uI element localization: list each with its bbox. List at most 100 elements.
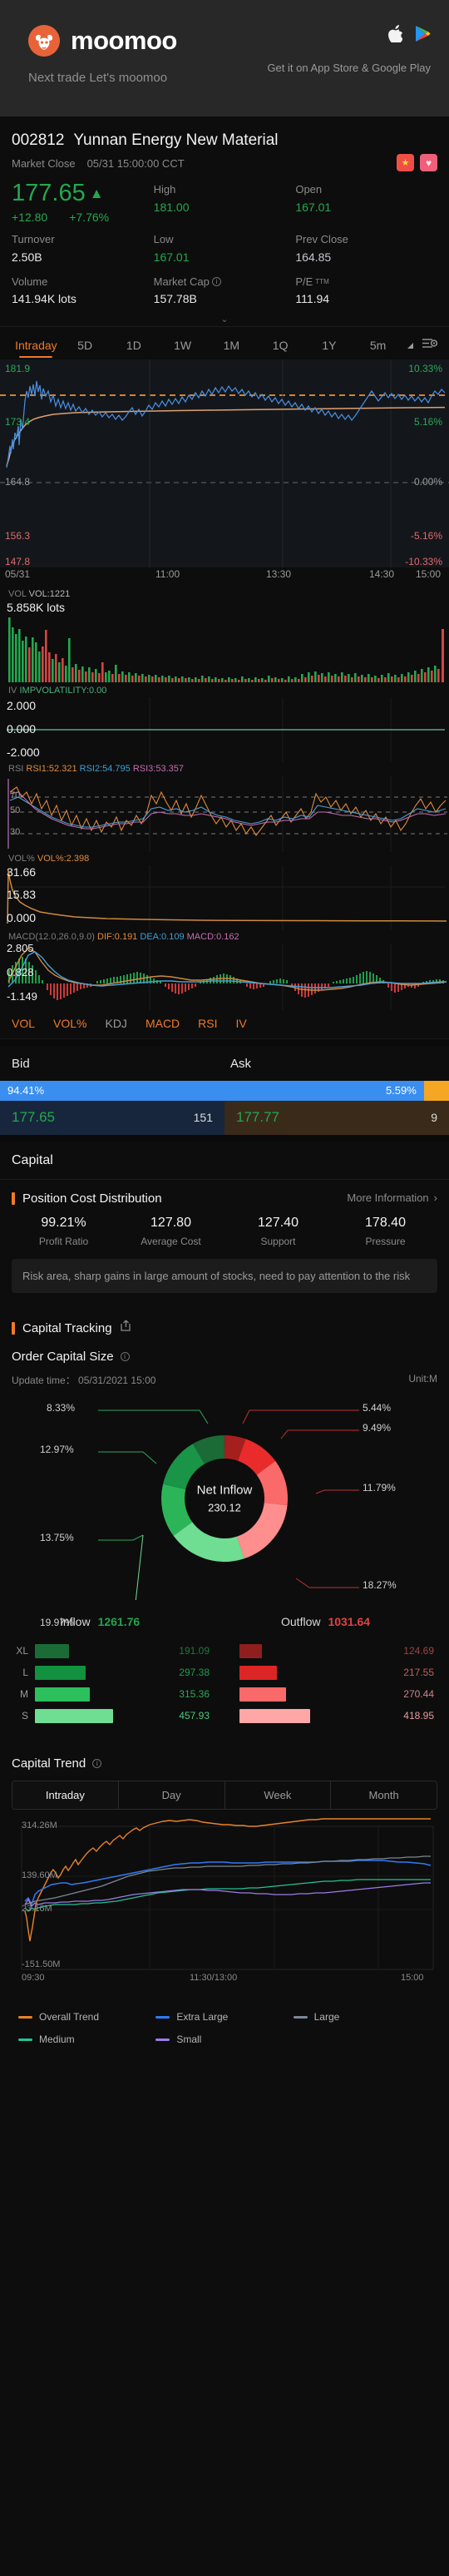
stock-detail-page: moomoo Next trade Let's moomoo Get it on… [0, 0, 449, 2576]
outflow-label: Outflow [281, 1615, 321, 1629]
average-cost-label: Average Cost [141, 1235, 201, 1247]
chart-settings-icon[interactable] [422, 337, 438, 354]
trend-tab-month[interactable]: Month [331, 1781, 437, 1809]
trend-y-tick-0: 314.26M [22, 1821, 57, 1831]
position-cost-metrics: 99.21% Profit Ratio 127.80 Average Cost … [0, 1206, 449, 1247]
support-value: 127.40 [258, 1215, 299, 1230]
macd-chart[interactable]: 2.805 0.828 -1.149 [0, 942, 449, 1010]
update-row: Update time： 05/31/2021 15:00 Unit:M [0, 1364, 449, 1387]
trend-tab-intraday[interactable]: Intraday [12, 1781, 119, 1810]
ask-label: Ask [230, 1056, 252, 1071]
trend-tab-week[interactable]: Week [225, 1781, 332, 1810]
rsi-chart[interactable]: 70 50 30 [0, 775, 449, 852]
rsi3-reading: RSI3:53.357 [132, 763, 184, 774]
order-capital-donut-chart[interactable]: Net Inflow 230.12 8.33% 12.97% 13.75% 19… [0, 1392, 449, 1628]
tab-5m[interactable]: 5m [353, 332, 402, 359]
store-links[interactable]: Get it on App Store & Google Play [267, 25, 431, 74]
iv-chart[interactable]: 2.000 0.000 -2.000 [0, 696, 449, 762]
capital-tracking-header: Capital Tracking [0, 1308, 449, 1336]
indicator-tab-macd[interactable]: MACD [146, 1017, 180, 1030]
volume-chart-svg [8, 617, 444, 682]
cn-flag-icon[interactable]: ★ [397, 154, 414, 171]
google-play-icon[interactable] [415, 25, 431, 47]
average-cost-value: 127.80 [150, 1215, 191, 1230]
trend-y-tick-3: -151.50M [22, 1959, 61, 1970]
capital-trend-range-tabs[interactable]: Intraday Day Week Month [12, 1781, 437, 1811]
order-capital-size-row: Order Capital Size i [0, 1336, 449, 1364]
bid-row[interactable]: 177.65 151 [0, 1100, 224, 1135]
tab-intraday[interactable]: Intraday [12, 332, 61, 359]
indicator-tab-volpct[interactable]: VOL% [53, 1017, 86, 1030]
volpct-chart[interactable]: 31.66 15.83 0.000 [0, 864, 449, 930]
price-axis-bottom: 147.8 [5, 555, 31, 567]
price-axis-upper: 173.4 [5, 415, 31, 428]
tab-1w[interactable]: 1W [158, 332, 207, 359]
intraday-price-chart[interactable]: 181.9 10.33% 173.4 5.16% 164.8 0.00% 156… [0, 359, 449, 567]
info-icon[interactable]: i [211, 277, 221, 287]
legend-large: Large [293, 2011, 431, 2023]
volpct-y-top: 31.66 [7, 864, 37, 879]
stat-pe: P/E TTM 111.94 [295, 274, 437, 309]
stat-market-cap-value: 157.78B [153, 292, 197, 306]
price-chart-svg [0, 359, 449, 567]
section-accent-bar [12, 1191, 15, 1205]
inflow-total: 1261.76 [97, 1615, 141, 1629]
capital-section-title: Capital [0, 1142, 449, 1180]
market-status: Market Close [12, 157, 76, 170]
inflow-bar-l [35, 1665, 86, 1680]
trend-tab-day[interactable]: Day [119, 1781, 225, 1810]
promo-banner[interactable]: moomoo Next trade Let's moomoo Get it on… [0, 0, 449, 116]
indicator-tab-iv[interactable]: IV [236, 1017, 247, 1030]
order-book-rows[interactable]: 177.65 151 177.77 9 [0, 1100, 449, 1135]
indicator-tabs[interactable]: VOL VOL% KDJ MACD RSI IV [0, 1010, 449, 1039]
donut-label-11-79: 11.79% [363, 1482, 396, 1494]
ask-pct: 5.59% [385, 1084, 417, 1097]
chevron-right-icon: › [433, 1191, 437, 1204]
indicator-tab-rsi[interactable]: RSI [198, 1017, 217, 1030]
chevron-down-icon[interactable]: ⌄ [0, 309, 449, 326]
tab-5d[interactable]: 5D [61, 332, 110, 359]
legend-label-small: Small [176, 2034, 202, 2046]
tab-1q[interactable]: 1Q [256, 332, 305, 359]
pct-axis-upper: 5.16% [413, 415, 442, 428]
capital-trend-legend: Overall Trend Extra Large Large Medium S… [0, 1999, 449, 2045]
legend-overall-trend: Overall Trend [18, 2011, 155, 2023]
position-cost-title: Position Cost Distribution [22, 1191, 162, 1206]
metric-average-cost: 127.80 Average Cost [117, 1216, 224, 1247]
heart-icon[interactable]: ♥ [420, 154, 437, 171]
vol-indicator-label: VOL VOL:1221 [0, 582, 449, 601]
donut-center-label: Net Inflow 230.12 [197, 1484, 253, 1514]
price-axis-mid: 164.8 [5, 475, 31, 488]
quote-header: 002812 Yunnan Energy New Material Market… [0, 116, 449, 171]
rsi2-reading: RSI2:54.795 [79, 763, 131, 774]
volpct-y-bottom: 0.000 [7, 910, 37, 924]
volume-chart[interactable]: 5.858K lots [0, 601, 449, 684]
ask-row[interactable]: 177.77 9 [224, 1100, 449, 1135]
tab-1y[interactable]: 1Y [305, 332, 354, 359]
volpct-indicator-label: VOL% VOL%:2.398 [0, 852, 449, 865]
tab-1m[interactable]: 1M [207, 332, 256, 359]
flow-tag-m: M [20, 1688, 28, 1701]
flow-rows: XL 191.09 124.69 L 297.38 217.55 M 315.3… [0, 1628, 449, 1726]
pct-axis-top: 10.33% [408, 362, 442, 374]
share-icon[interactable] [120, 1320, 132, 1336]
volpct-reading: VOL%:2.398 [37, 853, 90, 864]
indicator-tab-kdj[interactable]: KDJ [105, 1017, 126, 1030]
rsi-level-50: 50 [10, 805, 21, 815]
stat-low: Low 167.01 [154, 231, 296, 266]
info-icon-order-size[interactable]: i [120, 1352, 130, 1362]
stat-open-value: 167.01 [295, 200, 332, 214]
triangle-expand-icon[interactable] [407, 342, 413, 349]
rsi-chart-svg [7, 775, 447, 852]
legend-swatch-large [293, 2015, 308, 2019]
more-information-link[interactable]: More Information › [347, 1191, 437, 1204]
tab-1d[interactable]: 1D [110, 332, 159, 359]
apple-icon[interactable] [388, 25, 403, 47]
capital-trend-chart[interactable]: 314.26M 139.60M 23.16M -151.50M 09:30 11… [0, 1818, 449, 1999]
inflow-value-xl: 191.09 [179, 1645, 210, 1657]
outflow-value-l: 217.55 [403, 1667, 434, 1679]
info-icon-capital-trend[interactable]: i [92, 1759, 102, 1769]
indicator-tab-vol[interactable]: VOL [12, 1017, 35, 1030]
timeframe-tabs[interactable]: Intraday 5D 1D 1W 1M 1Q 1Y 5m [0, 325, 449, 359]
legend-medium: Medium [18, 2034, 155, 2045]
